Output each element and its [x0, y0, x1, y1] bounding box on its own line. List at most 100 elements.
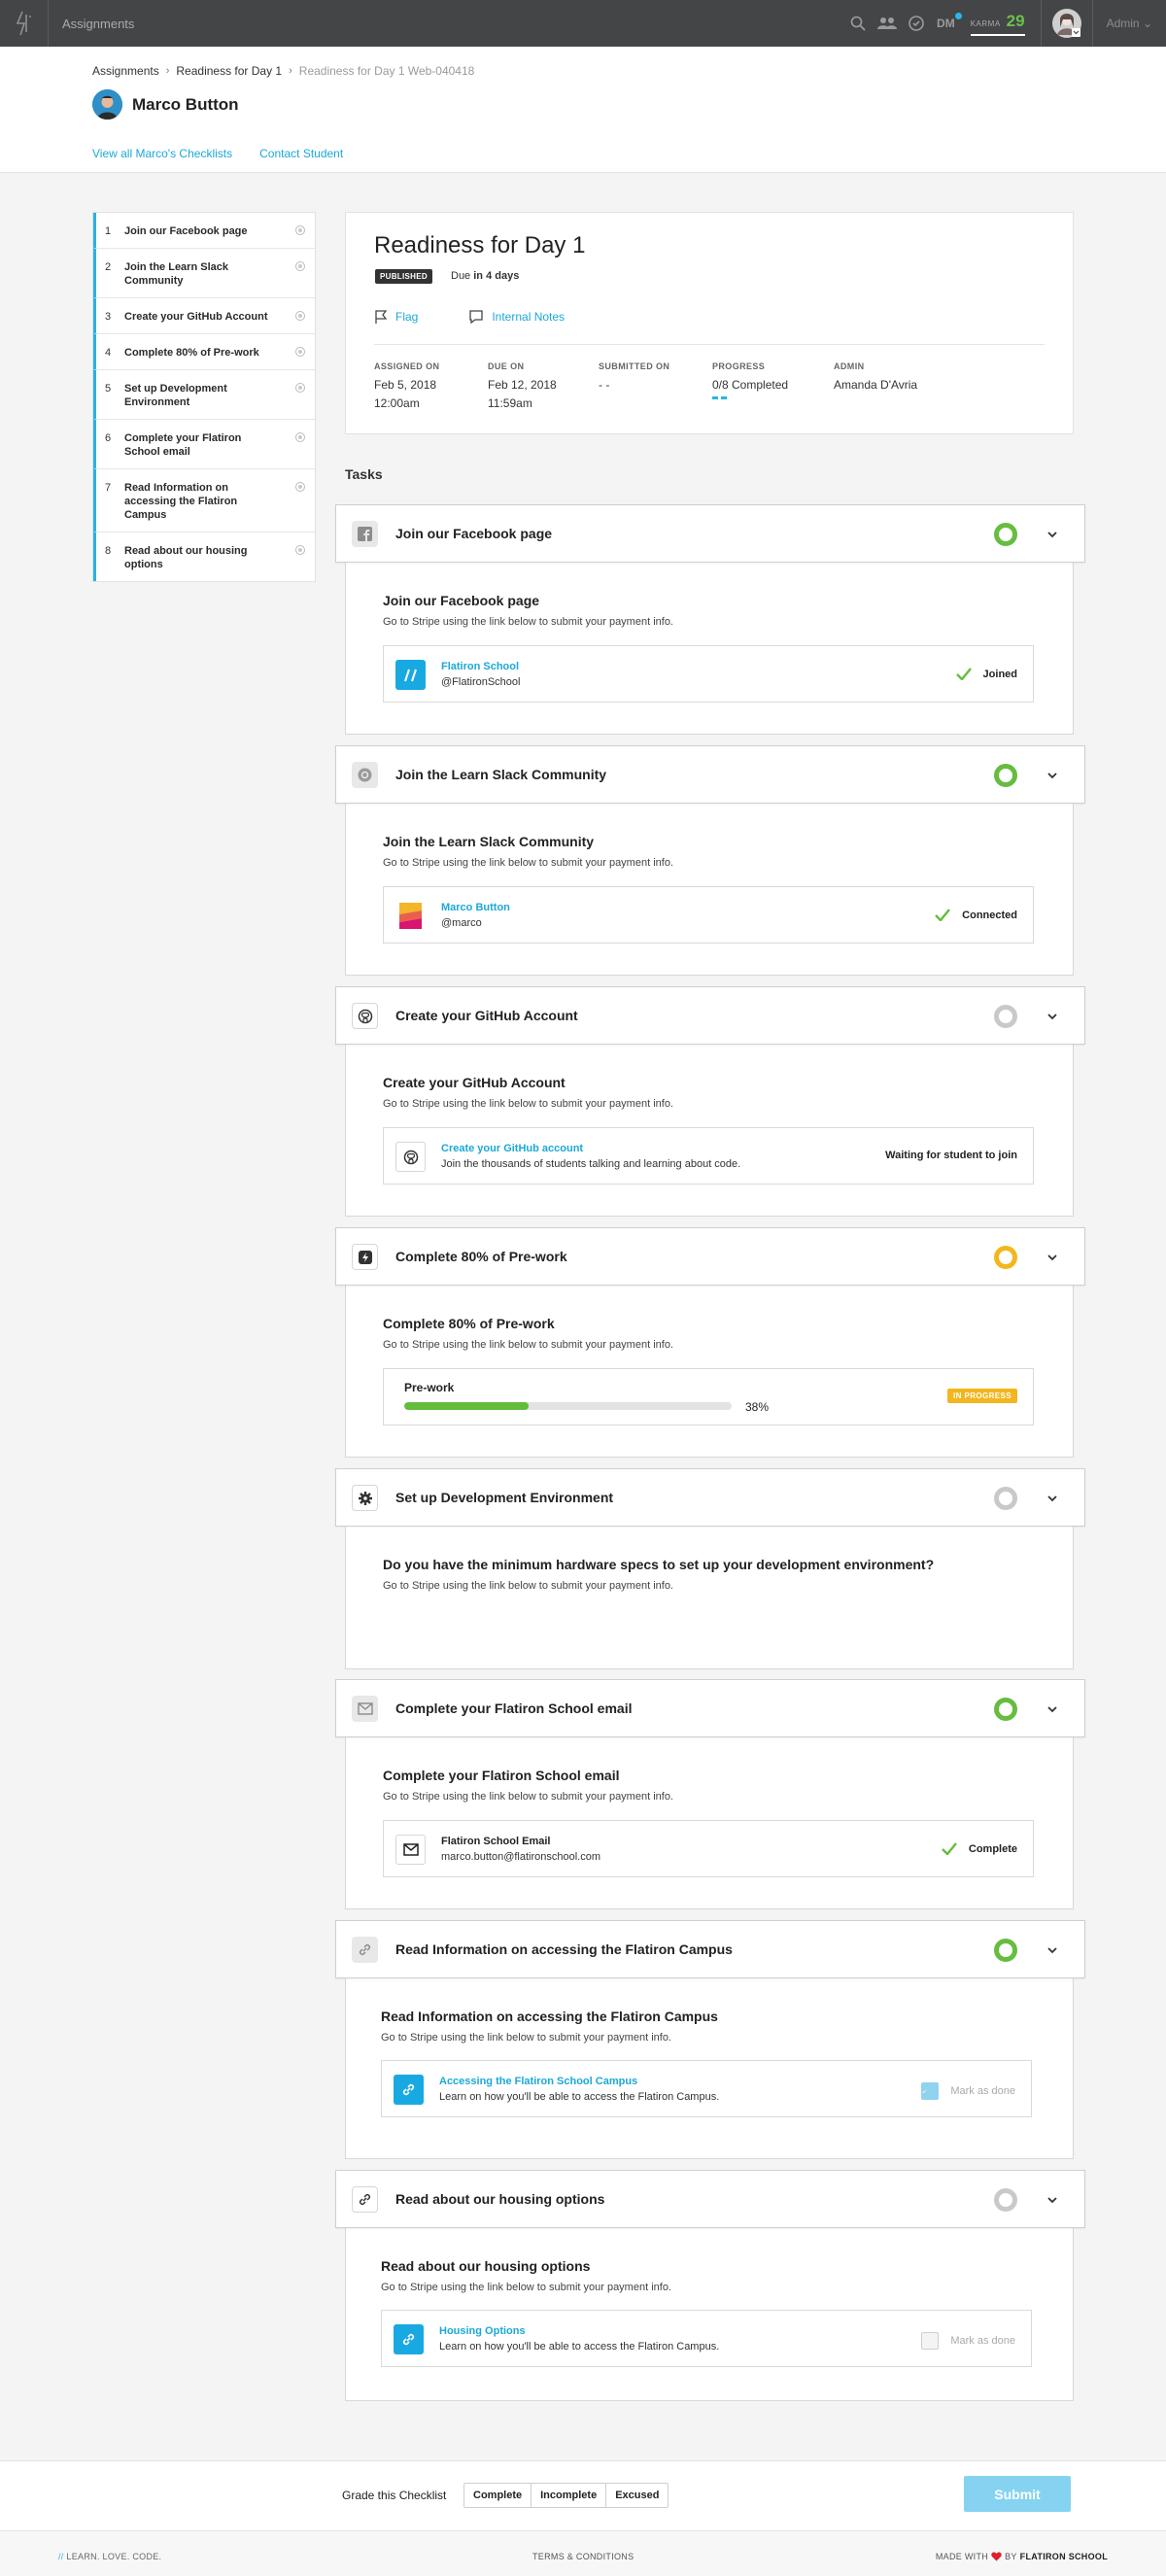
- top-navigation-bar: Assignments DM KARMA 29 Admin ⌄: [0, 0, 1166, 47]
- sidebar-item-dev-environment[interactable]: 5 Set up Development Environment: [93, 370, 315, 420]
- flag-icon: [375, 310, 388, 324]
- internal-notes-label: Internal Notes: [492, 310, 566, 324]
- account-name-link[interactable]: Marco Button: [441, 902, 510, 913]
- email-card[interactable]: Flatiron School Email marco.button@flati…: [383, 1820, 1034, 1877]
- user-avatar[interactable]: [1040, 0, 1093, 47]
- housing-options-link[interactable]: Housing Options: [439, 2325, 526, 2337]
- task-header[interactable]: Read about our housing options: [335, 2170, 1085, 2228]
- app-title[interactable]: Assignments: [62, 17, 134, 31]
- facebook-icon: [352, 521, 378, 547]
- sidebar-item-facebook[interactable]: 1 Join our Facebook page: [93, 213, 315, 249]
- task-body-description: Go to Stripe using the link below to sub…: [383, 616, 673, 628]
- checkmark-icon: [955, 668, 972, 680]
- chevron-down-icon[interactable]: [1045, 1250, 1060, 1265]
- chevron-down-icon[interactable]: [1045, 1491, 1060, 1506]
- task-dev-environment: Set up Development Environment Do you ha…: [335, 1468, 1085, 1669]
- task-header[interactable]: Join the Learn Slack Community: [335, 745, 1085, 804]
- status-dot-icon: [295, 482, 305, 492]
- checkbox-checked-icon[interactable]: [921, 2082, 940, 2100]
- people-icon[interactable]: [873, 0, 902, 47]
- task-header[interactable]: Create your GitHub Account: [335, 986, 1085, 1045]
- view-checklists-link[interactable]: View all Marco's Checklists: [92, 147, 232, 160]
- breadcrumb-assignments[interactable]: Assignments: [92, 64, 159, 78]
- sidebar-item-prework[interactable]: 4 Complete 80% of Pre-work: [93, 334, 315, 370]
- search-icon[interactable]: [843, 0, 873, 47]
- sidebar-item-github[interactable]: 3 Create your GitHub Account: [93, 298, 315, 334]
- github-icon: [395, 1142, 426, 1172]
- divider: [374, 344, 1045, 345]
- terms-link[interactable]: TERMS & CONDITIONS: [532, 2552, 634, 2561]
- account-name-link[interactable]: Flatiron School: [441, 661, 519, 672]
- student-avatar: [92, 89, 122, 120]
- progress: PROGRESS 0/8 Completed: [712, 361, 788, 399]
- karma-counter[interactable]: KARMA 29: [970, 12, 1025, 36]
- task-header[interactable]: Set up Development Environment: [335, 1468, 1085, 1527]
- chevron-down-icon[interactable]: [1045, 768, 1060, 783]
- resource-card[interactable]: Accessing the Flatiron School Campus Lea…: [381, 2060, 1032, 2117]
- mark-as-done-checkbox[interactable]: Mark as done: [921, 2332, 1015, 2350]
- task-title: Set up Development Environment: [395, 1490, 614, 1505]
- direct-messages-button[interactable]: DM: [937, 13, 962, 30]
- status-in-progress-icon: [994, 1246, 1017, 1269]
- account-card[interactable]: Marco Button @marco Connected: [383, 886, 1034, 944]
- task-body-title: Do you have the minimum hardware specs t…: [383, 1557, 935, 1572]
- mark-as-done-checkbox[interactable]: Mark as done: [921, 2082, 1015, 2100]
- sidebar-item-number: 1: [105, 225, 112, 237]
- chevron-down-icon[interactable]: [1045, 1701, 1060, 1717]
- chevron-down-icon[interactable]: [1045, 1942, 1060, 1958]
- flatiron-logo-icon[interactable]: [0, 0, 49, 47]
- internal-notes-button[interactable]: Internal Notes: [468, 309, 590, 325]
- campus-access-link[interactable]: Accessing the Flatiron School Campus: [439, 2076, 637, 2087]
- submit-button[interactable]: Submit: [964, 2476, 1071, 2512]
- create-github-link[interactable]: Create your GitHub account: [441, 1143, 583, 1154]
- grade-incomplete-button[interactable]: Incomplete: [532, 2484, 607, 2507]
- task-title: Complete your Flatiron School email: [395, 1700, 633, 1716]
- sidebar-item-slack[interactable]: 2 Join the Learn Slack Community: [93, 249, 315, 298]
- email-card-title: Flatiron School Email: [441, 1836, 551, 1847]
- chevron-down-icon[interactable]: [1045, 527, 1060, 542]
- grade-complete-button[interactable]: Complete: [464, 2484, 532, 2507]
- checklist-title: Readiness for Day 1: [374, 232, 586, 258]
- task-body-title: Read Information on accessing the Flatir…: [381, 2009, 718, 2024]
- prework-icon: [352, 1244, 378, 1270]
- sidebar-item-number: 7: [105, 482, 112, 494]
- task-email: Complete your Flatiron School email Comp…: [335, 1679, 1085, 1909]
- progress-indicator: [712, 396, 728, 399]
- task-header[interactable]: Read Information on accessing the Flatir…: [335, 1920, 1085, 1978]
- flag-button[interactable]: Flag: [374, 309, 443, 325]
- sidebar-item-campus[interactable]: 7 Read Information on accessing the Flati…: [93, 469, 315, 532]
- account-card[interactable]: Flatiron School @FlatironSchool Joined: [383, 645, 1034, 703]
- admin-menu[interactable]: Admin ⌄: [1107, 17, 1152, 30]
- sidebar-item-email[interactable]: 6 Complete your Flatiron School email: [93, 420, 315, 469]
- chevron-down-icon: ⌄: [1142, 17, 1152, 30]
- complete-status: Complete: [942, 1842, 1017, 1855]
- status-complete-icon: [994, 1698, 1017, 1721]
- contact-student-link[interactable]: Contact Student: [259, 147, 343, 160]
- student-identity: Marco Button: [92, 89, 239, 120]
- task-header[interactable]: Complete 80% of Pre-work: [335, 1227, 1085, 1286]
- resource-card[interactable]: Housing Options Learn on how you'll be a…: [381, 2310, 1032, 2367]
- task-body-title: Read about our housing options: [381, 2258, 591, 2274]
- prework-percent: 38%: [745, 1400, 770, 1414]
- task-body-title: Join our Facebook page: [383, 593, 540, 608]
- chevron-down-icon[interactable]: [1045, 2192, 1060, 2208]
- account-card[interactable]: Create your GitHub account Join the thou…: [383, 1127, 1034, 1185]
- grade-excused-button[interactable]: Excused: [606, 2484, 668, 2507]
- checkbox-unchecked-icon[interactable]: [921, 2332, 940, 2350]
- task-header[interactable]: Complete your Flatiron School email: [335, 1679, 1085, 1737]
- link-icon: [394, 2324, 424, 2354]
- sidebar-item-housing[interactable]: 8 Read about our housing options: [93, 532, 315, 581]
- task-header[interactable]: Join our Facebook page: [335, 504, 1085, 563]
- prework-progress-bar: [404, 1402, 732, 1410]
- breadcrumb-checklist[interactable]: Readiness for Day 1: [176, 64, 282, 78]
- checklist-summary-card: Readiness for Day 1 PUBLISHED Due in 4 d…: [345, 212, 1074, 434]
- site-footer: // LEARN. LOVE. CODE. TERMS & CONDITIONS…: [0, 2530, 1166, 2576]
- sidebar-item-number: 4: [105, 347, 112, 359]
- task-sidebar: 1 Join our Facebook page 2 Join the Learn …: [92, 212, 316, 582]
- status-pending-icon: [994, 1005, 1017, 1028]
- learn-icon[interactable]: [902, 0, 931, 47]
- chevron-down-icon[interactable]: [1045, 1009, 1060, 1024]
- task-facebook: Join our Facebook page Join our Facebook…: [335, 504, 1085, 735]
- sidebar-item-number: 6: [105, 432, 112, 444]
- task-title: Complete 80% of Pre-work: [395, 1249, 567, 1264]
